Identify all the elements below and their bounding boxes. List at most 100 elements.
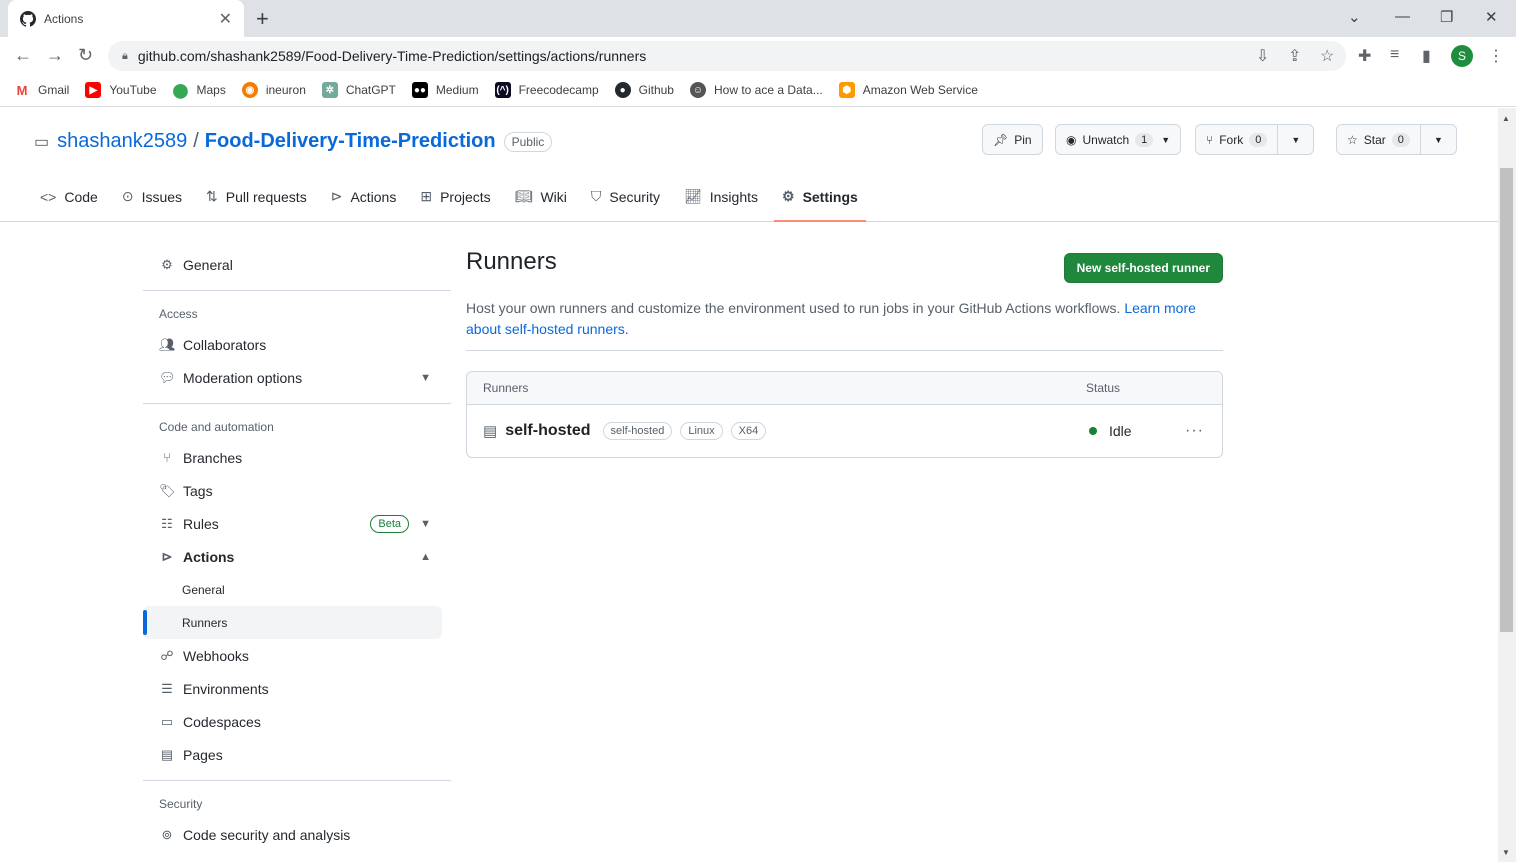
- repo-owner-link[interactable]: shashank2589: [57, 130, 187, 153]
- tab-insights[interactable]: 📈︎ Insights: [676, 182, 766, 211]
- comment-icon: 💬︎: [159, 369, 176, 385]
- bookmark-aws[interactable]: ⬢ Amazon Web Service: [838, 82, 978, 98]
- new-tab-icon[interactable]: +: [256, 6, 269, 32]
- sidebar-heading-code: Code and automation: [159, 420, 274, 434]
- sidebar-subitem-runners[interactable]: Runners: [143, 606, 442, 639]
- profile-avatar[interactable]: S: [1451, 45, 1473, 67]
- bookmark-medium[interactable]: ●● Medium: [411, 82, 479, 98]
- main-content: Runners New self-hosted runner Host your…: [466, 248, 1223, 458]
- bookmark-maps[interactable]: ⬤ Maps: [172, 81, 226, 98]
- page-viewport: ▭ shashank2589 / Food-Delivery-Time-Pred…: [0, 108, 1498, 862]
- sidebar-item-branches[interactable]: ⑂ Branches: [143, 441, 451, 474]
- sidebar-item-actions[interactable]: ⊳ Actions ▲: [143, 540, 451, 573]
- graph-icon: 📈︎: [683, 188, 702, 204]
- close-window-icon[interactable]: ✕: [1485, 8, 1498, 26]
- tab-issues[interactable]: ⊙ Issues: [114, 182, 190, 211]
- bookmark-github[interactable]: ● Github: [614, 82, 674, 98]
- branch-icon: ⑂: [163, 450, 171, 465]
- star-dropdown-icon[interactable]: ▼: [1419, 125, 1456, 154]
- scroll-up-icon[interactable]: ▲: [1502, 114, 1510, 123]
- minimize-icon[interactable]: —: [1395, 8, 1410, 25]
- pin-label: Pin: [1014, 132, 1032, 147]
- sidebar-item-label: Rules: [183, 515, 219, 532]
- tab-settings[interactable]: ⚙ Settings: [774, 182, 866, 222]
- sidebar-subitem-actions-general[interactable]: General: [143, 573, 451, 606]
- sidebar-item-label: Codespaces: [183, 713, 261, 730]
- tab-label: Code: [64, 188, 98, 205]
- bookmark-label: ineuron: [265, 83, 306, 97]
- repo-title: ▭ shashank2589 / Food-Delivery-Time-Pred…: [34, 130, 553, 153]
- restore-icon[interactable]: ❐: [1440, 8, 1453, 26]
- media-icon[interactable]: ≡: [1390, 46, 1399, 64]
- pin-button[interactable]: 📌︎ Pin: [982, 124, 1043, 155]
- chevron-down-icon: ▼: [420, 371, 431, 384]
- install-icon[interactable]: ⇩: [1256, 46, 1269, 66]
- tab-label: Pull requests: [225, 188, 307, 205]
- reload-icon[interactable]: ↻: [78, 45, 93, 66]
- unwatch-button[interactable]: ◉ Unwatch 1 ▼: [1055, 124, 1182, 155]
- extensions-icon[interactable]: ✚: [1358, 46, 1371, 66]
- sidebar-item-rules[interactable]: ☷ Rules Beta ▼: [143, 507, 451, 540]
- menu-icon[interactable]: ⋮: [1488, 46, 1504, 66]
- sidebar-item-collaborators[interactable]: 👥︎ Collaborators: [143, 328, 451, 361]
- bookmark-chatgpt[interactable]: ✲ ChatGPT: [321, 82, 396, 98]
- maps-icon: ⬤: [172, 81, 189, 98]
- tab-pull-requests[interactable]: ⇅ Pull requests: [198, 182, 315, 211]
- url-field[interactable]: 🔒︎ github.com/shashank2589/Food-Delivery…: [108, 41, 1346, 71]
- tab-code[interactable]: <> Code: [32, 182, 106, 211]
- tab-security[interactable]: ⛉ Security: [583, 182, 668, 211]
- sidebar-item-general[interactable]: ⚙ General: [143, 248, 451, 281]
- fork-dropdown-icon[interactable]: ▼: [1277, 125, 1313, 154]
- new-self-hosted-runner-button[interactable]: New self-hosted runner: [1063, 253, 1223, 283]
- sidebar-item-label: Actions: [183, 548, 235, 565]
- sidebar-item-environments[interactable]: ☰ Environments: [143, 672, 451, 705]
- fork-button[interactable]: ⑂ Fork 0 ▼: [1195, 124, 1315, 155]
- forward-icon[interactable]: →: [46, 45, 64, 66]
- gmail-icon: M: [14, 82, 30, 98]
- kebab-menu-icon[interactable]: ···: [1185, 422, 1204, 440]
- close-tab-icon[interactable]: ✕: [219, 9, 232, 29]
- divider: [143, 403, 451, 404]
- tab-projects[interactable]: ⊞ Projects: [412, 182, 498, 211]
- sidebar-item-code-security[interactable]: ⊚ Code security and analysis: [143, 818, 451, 851]
- gear-icon: ⚙: [782, 188, 795, 204]
- bookmark-star-icon[interactable]: ☆: [1320, 46, 1334, 66]
- page-scrollbar[interactable]: ▲ ▼: [1498, 108, 1516, 862]
- scrollbar-thumb[interactable]: [1500, 168, 1513, 632]
- sidebar-item-pages[interactable]: ▤ Pages: [143, 738, 451, 771]
- back-icon[interactable]: ←: [14, 45, 32, 66]
- aws-icon: ⬢: [838, 82, 855, 98]
- share-icon[interactable]: ⇪: [1288, 46, 1301, 66]
- sidebar-item-webhooks[interactable]: ☍ Webhooks: [143, 639, 451, 672]
- side-panel-icon[interactable]: ▮: [1422, 46, 1431, 66]
- sidebar-item-tags[interactable]: 🏷︎ Tags: [143, 474, 451, 507]
- repo-name-link[interactable]: Food-Delivery-Time-Prediction: [205, 130, 496, 153]
- divider: [143, 780, 451, 781]
- bookmark-gmail[interactable]: M Gmail: [14, 82, 69, 98]
- tab-wiki[interactable]: 📖︎ Wiki: [507, 182, 575, 211]
- browser-tab[interactable]: Actions ✕: [8, 0, 244, 37]
- runner-name-link[interactable]: self-hosted: [505, 422, 590, 440]
- bookmark-data-article[interactable]: ☺ How to ace a Data...: [689, 82, 823, 98]
- sidebar-item-moderation[interactable]: 💬︎ Moderation options ▼: [143, 361, 451, 394]
- bookmark-freecodecamp[interactable]: (^) Freecodecamp: [494, 82, 599, 98]
- runners-table-header: Runners Status: [467, 372, 1222, 405]
- bookmark-ineuron[interactable]: ◉ ineuron: [241, 82, 306, 98]
- sidebar-item-codespaces[interactable]: ▭ Codespaces: [143, 705, 451, 738]
- scroll-down-icon[interactable]: ▼: [1502, 848, 1510, 857]
- tab-title: Actions: [44, 11, 84, 26]
- caret-down-icon: ▼: [1161, 134, 1171, 145]
- rules-icon: ☷: [161, 515, 173, 531]
- bookmark-youtube[interactable]: ▶ YouTube: [85, 82, 157, 98]
- tab-actions[interactable]: ⊳ Actions: [323, 182, 405, 211]
- runner-status: Idle: [1089, 423, 1132, 439]
- visibility-badge: Public: [503, 131, 553, 152]
- bookmark-label: Maps: [196, 83, 226, 97]
- status-text: Idle: [1109, 423, 1132, 439]
- table-icon: ⊞: [420, 188, 433, 204]
- tab-search-icon[interactable]: ⌄: [1348, 8, 1361, 26]
- code-icon: <>: [40, 188, 57, 205]
- star-button[interactable]: ☆ Star 0 ▼: [1336, 124, 1457, 155]
- tab-label: Actions: [350, 188, 397, 205]
- settings-sidebar: ⚙ General Access 👥︎ Collaborators 💬︎ Modera…: [143, 248, 451, 851]
